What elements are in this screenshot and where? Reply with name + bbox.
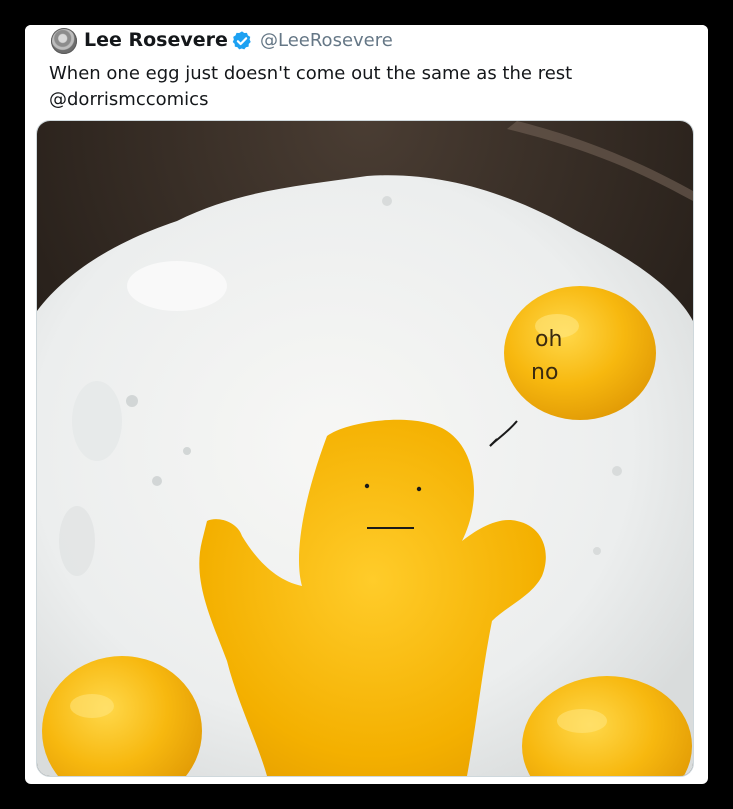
tweet-card: Lee Rosevere @LeeRosevere When one egg j… bbox=[25, 25, 708, 784]
author-handle[interactable]: @LeeRosevere bbox=[260, 30, 393, 51]
speech-text-oh: oh bbox=[535, 327, 562, 352]
author-name[interactable]: Lee Rosevere bbox=[84, 29, 228, 51]
verified-badge-icon bbox=[232, 31, 251, 50]
tweet-photo[interactable]: oh no bbox=[36, 120, 694, 777]
tweet-text-line: When one egg just doesn't come out the s… bbox=[49, 63, 573, 84]
tweet-header: Lee Rosevere @LeeRosevere When one egg j… bbox=[25, 25, 708, 120]
avatar[interactable] bbox=[51, 28, 77, 54]
tweet-text: When one egg just doesn't come out the s… bbox=[49, 61, 689, 113]
worried-yolk bbox=[504, 286, 656, 420]
right-eye bbox=[416, 486, 422, 492]
speech-text-no: no bbox=[531, 360, 558, 385]
mention-link[interactable]: @dorrismccomics bbox=[49, 87, 689, 113]
left-eye bbox=[364, 483, 370, 489]
egg-photo-illustration: oh no bbox=[37, 121, 693, 776]
